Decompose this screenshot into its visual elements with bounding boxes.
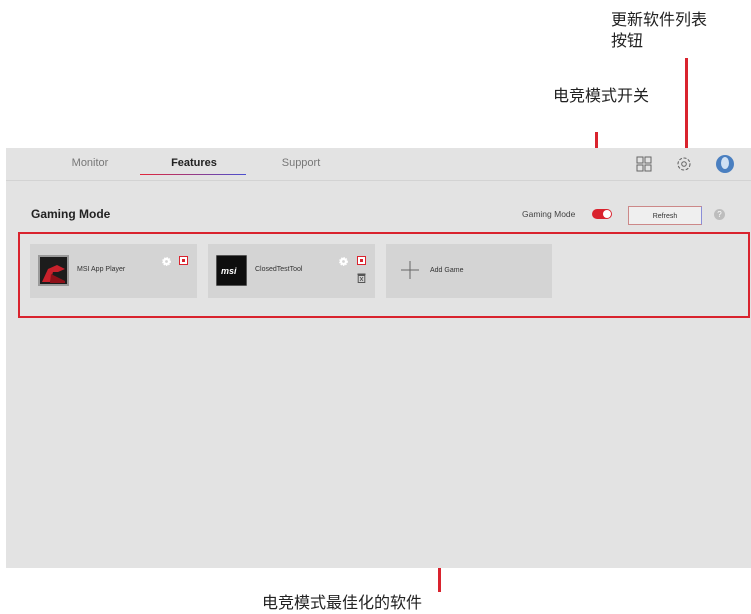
nav-divider xyxy=(6,180,751,181)
page-title: Gaming Mode xyxy=(31,207,111,221)
app-window: Monitor Features Support Gaming Mode Gam… xyxy=(6,148,751,568)
gaming-mode-toggle[interactable] xyxy=(592,209,612,219)
top-nav: Monitor Features Support xyxy=(6,148,751,180)
optimize-annotation: 电竞模式最佳化的软件 xyxy=(262,593,423,612)
grid-icon[interactable] xyxy=(634,154,654,174)
help-icon[interactable]: ? xyxy=(714,209,725,220)
toggle-knob xyxy=(603,210,611,218)
refresh-button[interactable]: Refresh xyxy=(628,206,702,225)
tab-support[interactable]: Support xyxy=(276,157,326,169)
tab-features[interactable]: Features xyxy=(166,157,222,169)
refresh-annotation-line1: 更新软件列表 xyxy=(611,10,708,29)
gaming-mode-label: Gaming Mode xyxy=(522,209,576,219)
active-tab-underline xyxy=(140,174,246,175)
refresh-annotation-line2: 按钮 xyxy=(611,31,644,50)
game-list-highlight xyxy=(18,232,750,318)
gaming-toggle-annotation: 电竞模式开关 xyxy=(553,86,650,105)
gear-icon[interactable] xyxy=(674,154,694,174)
user-avatar[interactable] xyxy=(716,155,734,173)
tab-monitor[interactable]: Monitor xyxy=(65,157,115,169)
